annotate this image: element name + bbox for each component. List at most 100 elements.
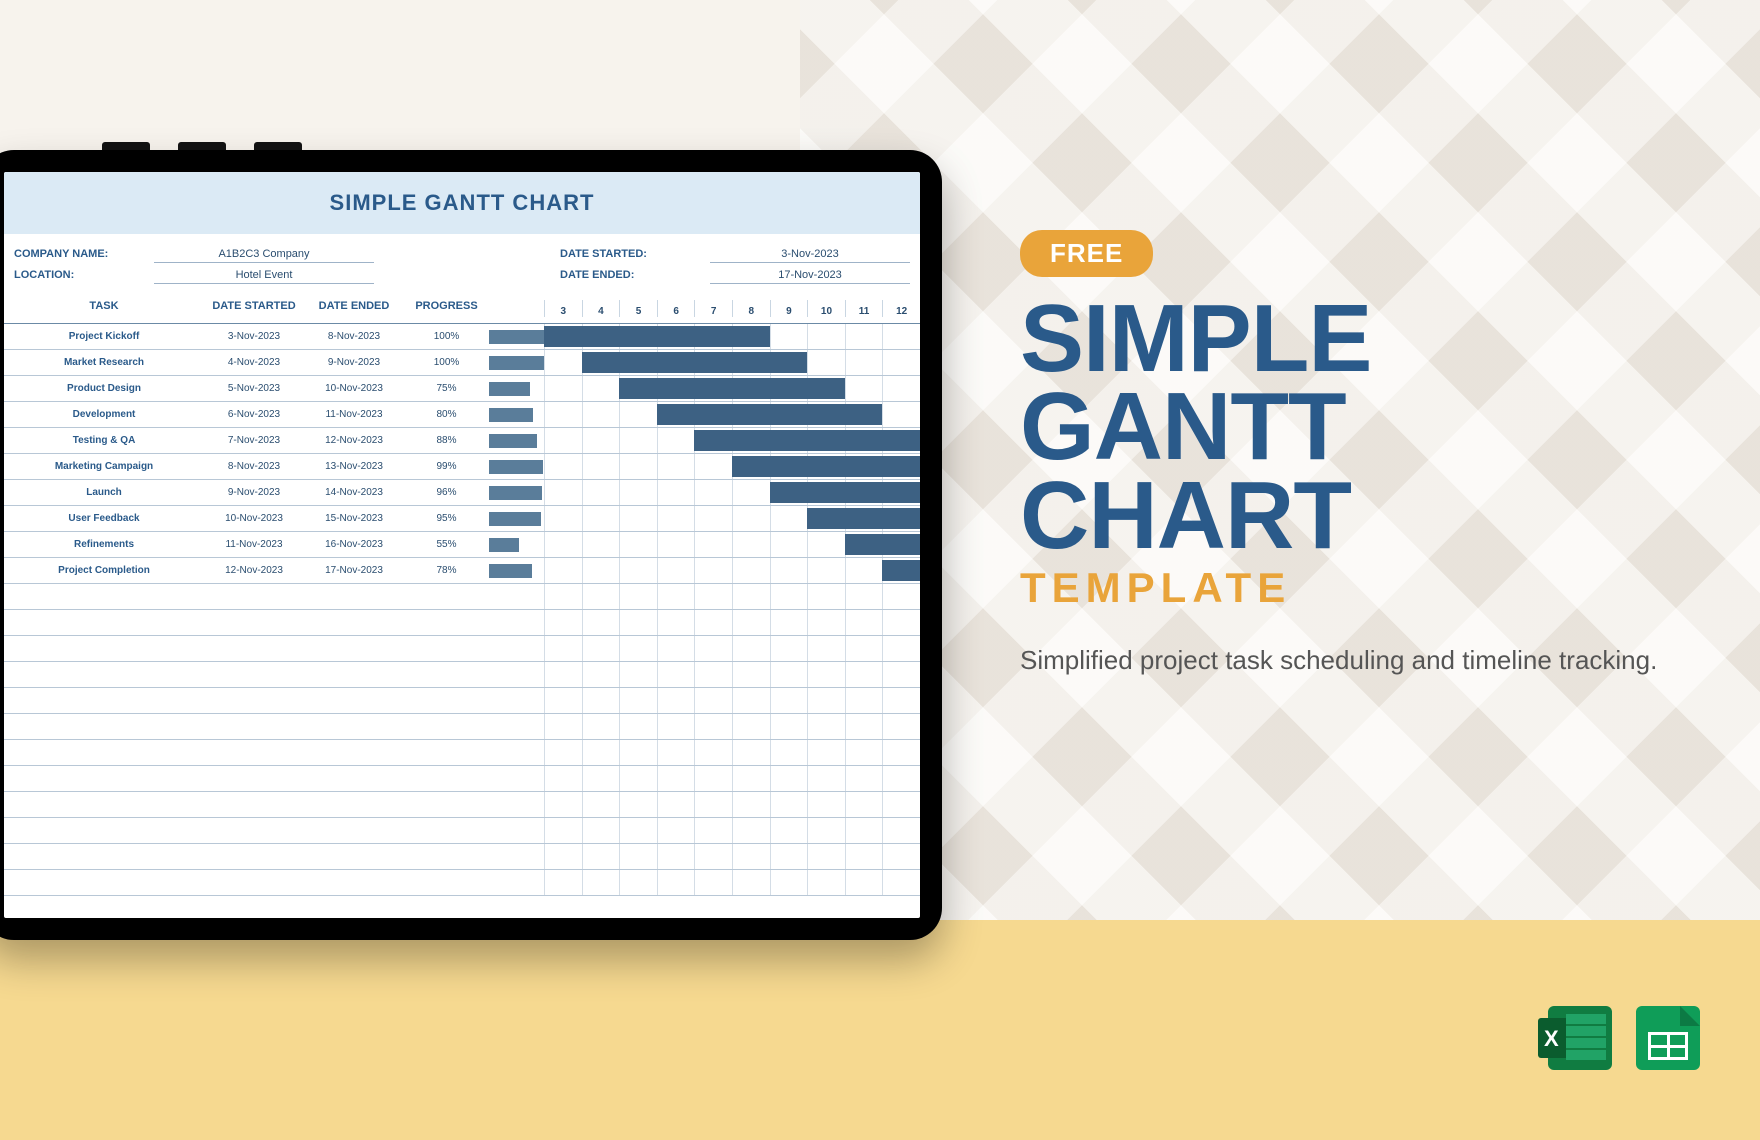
meta-location-value: Hotel Event	[154, 269, 374, 284]
meta-dateend-label: DATE ENDED:	[560, 269, 710, 284]
day-header: 5	[619, 300, 657, 317]
cell-start: 12-Nov-2023	[204, 565, 304, 576]
gantt-cell	[544, 324, 920, 349]
table-row: User Feedback10-Nov-202315-Nov-202395%	[4, 506, 920, 532]
cell-task: Project Completion	[4, 565, 204, 576]
day-header: 10	[807, 300, 845, 317]
cell-progress: 100%	[404, 357, 489, 368]
cell-end: 8-Nov-2023	[304, 331, 404, 342]
progress-bar	[489, 486, 542, 500]
cell-end: 10-Nov-2023	[304, 383, 404, 394]
progress-bar	[489, 408, 533, 422]
cell-task: User Feedback	[4, 513, 204, 524]
day-header: 4	[582, 300, 620, 317]
table-row: Launch9-Nov-202314-Nov-202396%	[4, 480, 920, 506]
spreadsheet-screen: SIMPLE GANTT CHART COMPANY NAME: A1B2C3 …	[4, 172, 920, 918]
table-row-empty	[4, 714, 920, 740]
table-row: Marketing Campaign8-Nov-202313-Nov-20239…	[4, 454, 920, 480]
day-header: 9	[770, 300, 808, 317]
cell-progress: 88%	[404, 435, 489, 446]
progress-bar-cell	[489, 408, 544, 422]
day-header: 8	[732, 300, 770, 317]
day-header: 7	[694, 300, 732, 317]
title-line-2: GANTT	[1020, 383, 1680, 471]
gantt-bar	[582, 352, 808, 373]
gantt-bar	[845, 534, 920, 555]
google-sheets-icon	[1636, 1006, 1700, 1070]
cell-end: 17-Nov-2023	[304, 565, 404, 576]
table-row-empty	[4, 740, 920, 766]
gantt-cell	[544, 506, 920, 531]
meta-company-label: COMPANY NAME:	[14, 248, 154, 263]
progress-bar	[489, 460, 543, 474]
gantt-cell	[544, 376, 920, 401]
col-progress: PROGRESS	[404, 300, 489, 317]
format-icons	[1548, 1006, 1700, 1070]
gantt-cell	[544, 532, 920, 557]
progress-bar	[489, 330, 544, 344]
progress-bar	[489, 382, 530, 396]
cell-progress: 95%	[404, 513, 489, 524]
gantt-cell	[544, 454, 920, 479]
cell-start: 4-Nov-2023	[204, 357, 304, 368]
gantt-bar	[694, 430, 920, 451]
table-row-empty	[4, 870, 920, 896]
cell-task: Launch	[4, 487, 204, 498]
cell-start: 10-Nov-2023	[204, 513, 304, 524]
table-row-empty	[4, 662, 920, 688]
meta-dateend-value: 17-Nov-2023	[710, 269, 910, 284]
cell-end: 13-Nov-2023	[304, 461, 404, 472]
tablet-buttons	[102, 142, 302, 150]
day-header: 11	[845, 300, 883, 317]
tablet-frame: SIMPLE GANTT CHART COMPANY NAME: A1B2C3 …	[0, 150, 942, 940]
cell-start: 6-Nov-2023	[204, 409, 304, 420]
cell-progress: 99%	[404, 461, 489, 472]
cell-task: Product Design	[4, 383, 204, 394]
progress-bar-cell	[489, 356, 544, 370]
day-header: 6	[657, 300, 695, 317]
day-header: 12	[882, 300, 920, 317]
progress-bar-cell	[489, 460, 544, 474]
promo-subtitle: TEMPLATE	[1020, 564, 1680, 612]
table-row-empty	[4, 844, 920, 870]
promo-panel: FREE SIMPLE GANTT CHART TEMPLATE Simplif…	[1020, 230, 1680, 678]
table-row-empty	[4, 610, 920, 636]
meta-company-value: A1B2C3 Company	[154, 248, 374, 263]
progress-bar-cell	[489, 434, 544, 448]
table-row-empty	[4, 584, 920, 610]
promo-description: Simplified project task scheduling and t…	[1020, 642, 1680, 678]
cell-start: 9-Nov-2023	[204, 487, 304, 498]
cell-task: Testing & QA	[4, 435, 204, 446]
title-line-3: CHART	[1020, 472, 1680, 560]
gantt-day-headers: 3456789101112	[544, 300, 920, 317]
table-row: Refinements11-Nov-202316-Nov-202355%	[4, 532, 920, 558]
cell-task: Marketing Campaign	[4, 461, 204, 472]
spreadsheet-title: SIMPLE GANTT CHART	[4, 172, 920, 234]
gantt-bar	[732, 456, 920, 477]
cell-end: 15-Nov-2023	[304, 513, 404, 524]
cell-end: 16-Nov-2023	[304, 539, 404, 550]
table-row-empty	[4, 766, 920, 792]
cell-end: 9-Nov-2023	[304, 357, 404, 368]
meta-datestart-label: DATE STARTED:	[560, 248, 710, 263]
gantt-bar	[657, 404, 883, 425]
cell-start: 11-Nov-2023	[204, 539, 304, 550]
cell-start: 7-Nov-2023	[204, 435, 304, 446]
progress-bar-cell	[489, 564, 544, 578]
bottom-band	[0, 920, 1760, 1140]
gantt-cell	[544, 558, 920, 583]
cell-end: 11-Nov-2023	[304, 409, 404, 420]
cell-start: 5-Nov-2023	[204, 383, 304, 394]
cell-progress: 78%	[404, 565, 489, 576]
gantt-cell	[544, 480, 920, 505]
day-header: 3	[544, 300, 582, 317]
cell-start: 3-Nov-2023	[204, 331, 304, 342]
cell-start: 8-Nov-2023	[204, 461, 304, 472]
table-headers: TASK DATE STARTED DATE ENDED PROGRESS 34…	[4, 292, 920, 324]
progress-bar	[489, 512, 541, 526]
gantt-bar	[619, 378, 845, 399]
meta-location-label: LOCATION:	[14, 269, 154, 284]
table-row-empty	[4, 688, 920, 714]
table-body: Project Kickoff3-Nov-20238-Nov-2023100%M…	[4, 324, 920, 918]
table-row-empty	[4, 818, 920, 844]
